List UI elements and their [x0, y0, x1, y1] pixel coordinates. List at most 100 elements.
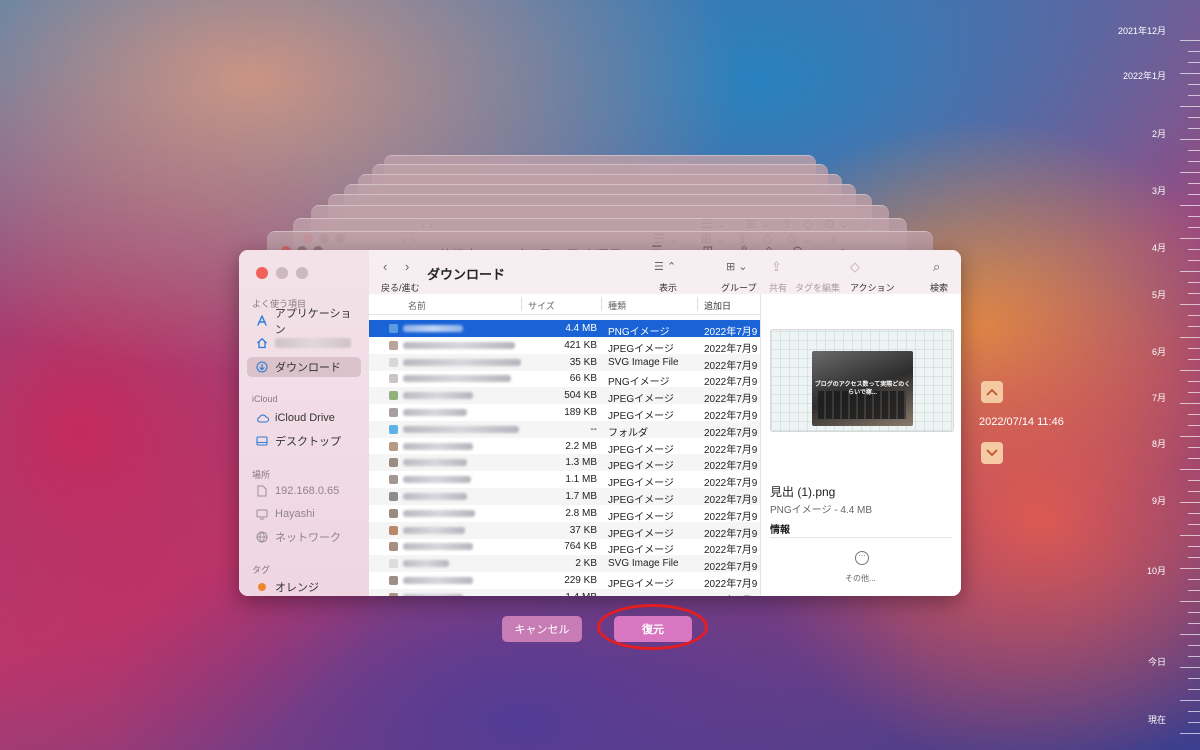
- timeline-label[interactable]: 10月: [1147, 564, 1166, 577]
- file-icon: [389, 324, 398, 333]
- timeline-tick: [1180, 370, 1200, 371]
- file-row[interactable]: 2.8 MB JPEGイメージ 2022年7月9: [369, 505, 760, 523]
- file-name: [389, 542, 517, 552]
- column-name[interactable]: 名前: [408, 299, 426, 312]
- timeline-tick: [1180, 40, 1200, 41]
- file-row[interactable]: 504 KB JPEGイメージ 2022年7月9: [369, 387, 760, 406]
- file-name: [389, 441, 517, 451]
- previous-snapshot-button[interactable]: [981, 381, 1003, 403]
- file-row[interactable]: -- フォルダ 2022年7月9: [369, 420, 760, 439]
- file-date-added: 2022年7月9: [704, 461, 758, 473]
- tag-icon[interactable]: ◇: [850, 259, 860, 275]
- file-size: 35 KB: [569, 356, 597, 368]
- close-button[interactable]: [256, 267, 268, 279]
- file-name: [389, 559, 517, 569]
- forward-icon[interactable]: ›: [405, 259, 409, 274]
- sidebar-item-applications[interactable]: アプリケーション: [247, 308, 361, 336]
- file-row[interactable]: 1.1 MB JPEGイメージ 2022年7月9: [369, 471, 760, 489]
- file-row[interactable]: 37 KB JPEGイメージ 2022年7月9: [369, 521, 760, 540]
- timeline-tick: [1180, 601, 1200, 602]
- file-row[interactable]: 1.3 MB JPEGイメージ 2022年7月9: [369, 454, 760, 473]
- timeline-label[interactable]: 2月: [1152, 127, 1166, 140]
- sidebar-item-network[interactable]: ネットワーク: [247, 527, 361, 547]
- sidebar-item-home[interactable]: [247, 333, 361, 353]
- file-name-redacted: [403, 341, 515, 349]
- file-name-redacted: [403, 493, 467, 500]
- timeline-label[interactable]: 9月: [1152, 494, 1166, 507]
- timeline-label[interactable]: 2022年1月: [1123, 69, 1166, 82]
- timeline-tick: [1180, 667, 1200, 668]
- window-controls: [256, 267, 308, 279]
- timeline-label[interactable]: 3月: [1152, 184, 1166, 197]
- sidebar-section-locations: 場所: [252, 470, 271, 480]
- more-icon[interactable]: ···: [855, 551, 869, 565]
- file-row[interactable]: 421 KB JPEGイメージ 2022年7月9: [369, 337, 760, 355]
- view-label: 表示: [659, 283, 678, 293]
- file-row[interactable]: 189 KB JPEGイメージ 2022年7月9: [369, 404, 760, 422]
- preview-more-label[interactable]: その他...: [845, 573, 876, 584]
- file-row[interactable]: 229 KB JPEGイメージ 2022年7月9: [369, 572, 760, 590]
- column-date-added[interactable]: 追加日: [704, 299, 731, 312]
- column-size[interactable]: サイズ: [528, 299, 555, 312]
- file-list: 名前 サイズ 種類 追加日 4.4 MB PNGイメージ 2022年7月9 421 K…: [369, 294, 760, 596]
- timeline-tick: [1188, 150, 1200, 151]
- timeline-label[interactable]: 6月: [1152, 345, 1166, 358]
- snapshot-time: 2022/07/14 11:46: [979, 416, 1064, 428]
- sidebar-item-computer[interactable]: Hayashi: [247, 504, 361, 524]
- timeline-tick: [1188, 546, 1200, 547]
- file-row[interactable]: 2 KB SVG Image File 2022年7月9: [369, 555, 760, 573]
- sidebar-item-label: iCloud Drive: [275, 412, 335, 424]
- sidebar-item-server[interactable]: 192.168.0.65: [247, 481, 361, 501]
- cancel-button[interactable]: キャンセル: [502, 616, 582, 642]
- group-icon[interactable]: ⊞ ⌄: [726, 260, 748, 273]
- timeline-label[interactable]: 5月: [1152, 288, 1166, 301]
- share-icon[interactable]: ⇪: [771, 259, 782, 275]
- window-title: ダウンロード: [427, 267, 506, 282]
- file-row[interactable]: 35 KB SVG Image File 2022年7月9: [369, 353, 760, 372]
- file-row[interactable]: 2.2 MB JPEGイメージ 2022年7月9: [369, 438, 760, 456]
- file-name: [389, 391, 517, 401]
- timeline-label[interactable]: 今日: [1148, 655, 1166, 668]
- file-name: [389, 576, 517, 585]
- search-label: 検索: [930, 283, 949, 293]
- file-size: --: [590, 423, 597, 435]
- timeline-label[interactable]: 4月: [1152, 241, 1166, 254]
- timeline-label[interactable]: 7月: [1152, 391, 1166, 404]
- next-snapshot-button[interactable]: [981, 442, 1003, 464]
- timeline-tick: [1188, 491, 1200, 492]
- timeline-label[interactable]: 現在: [1148, 713, 1166, 726]
- minimize-button[interactable]: [276, 267, 288, 279]
- list-header: 名前 サイズ 種類 追加日: [369, 294, 760, 315]
- chevron-up-icon: [986, 388, 998, 396]
- sidebar-item-downloads[interactable]: ダウンロード: [247, 357, 361, 377]
- sidebar-item-icloud-drive[interactable]: iCloud Drive: [247, 408, 361, 428]
- timeline-tick: [1180, 73, 1200, 74]
- file-row[interactable]: 4.4 MB PNGイメージ 2022年7月9: [369, 320, 760, 338]
- timeline-tick: [1188, 645, 1200, 646]
- file-row[interactable]: 764 KB JPEGイメージ 2022年7月9: [369, 538, 760, 556]
- list-view-icon[interactable]: ☰ ⌃: [654, 260, 676, 273]
- file-kind: SVG Image File: [608, 558, 679, 570]
- file-icon: [389, 492, 398, 501]
- file-date-added: 2022年7月9: [704, 579, 758, 590]
- timeline-tick: [1188, 216, 1200, 217]
- timeline-tick: [1188, 381, 1200, 382]
- file-row[interactable]: 66 KB PNGイメージ 2022年7月9: [369, 370, 760, 388]
- file-kind: JPEGイメージ: [608, 394, 674, 406]
- timeline-tick: [1180, 502, 1200, 503]
- sidebar-item-desktop[interactable]: デスクトップ: [247, 431, 361, 451]
- timeline-tick: [1188, 392, 1200, 393]
- timeline-label[interactable]: 8月: [1152, 437, 1166, 450]
- column-kind[interactable]: 種類: [608, 299, 626, 312]
- sidebar-item-tag-orange[interactable]: オレンジ: [247, 577, 361, 596]
- search-icon[interactable]: ⌕: [933, 259, 940, 275]
- back-icon[interactable]: ‹: [383, 259, 387, 274]
- timeline-tick: [1188, 117, 1200, 118]
- file-row[interactable]: 1.7 MB JPEGイメージ 2022年7月9: [369, 488, 760, 506]
- file-date-added: 2022年7月9: [704, 360, 758, 372]
- file-icon: [389, 576, 398, 585]
- zoom-button[interactable]: [296, 267, 308, 279]
- file-row[interactable]: 1.4 MB JPEGイメージ 2022年7月9: [369, 588, 760, 596]
- file-name-redacted: [403, 325, 463, 332]
- timeline-label[interactable]: 2021年12月: [1118, 24, 1166, 37]
